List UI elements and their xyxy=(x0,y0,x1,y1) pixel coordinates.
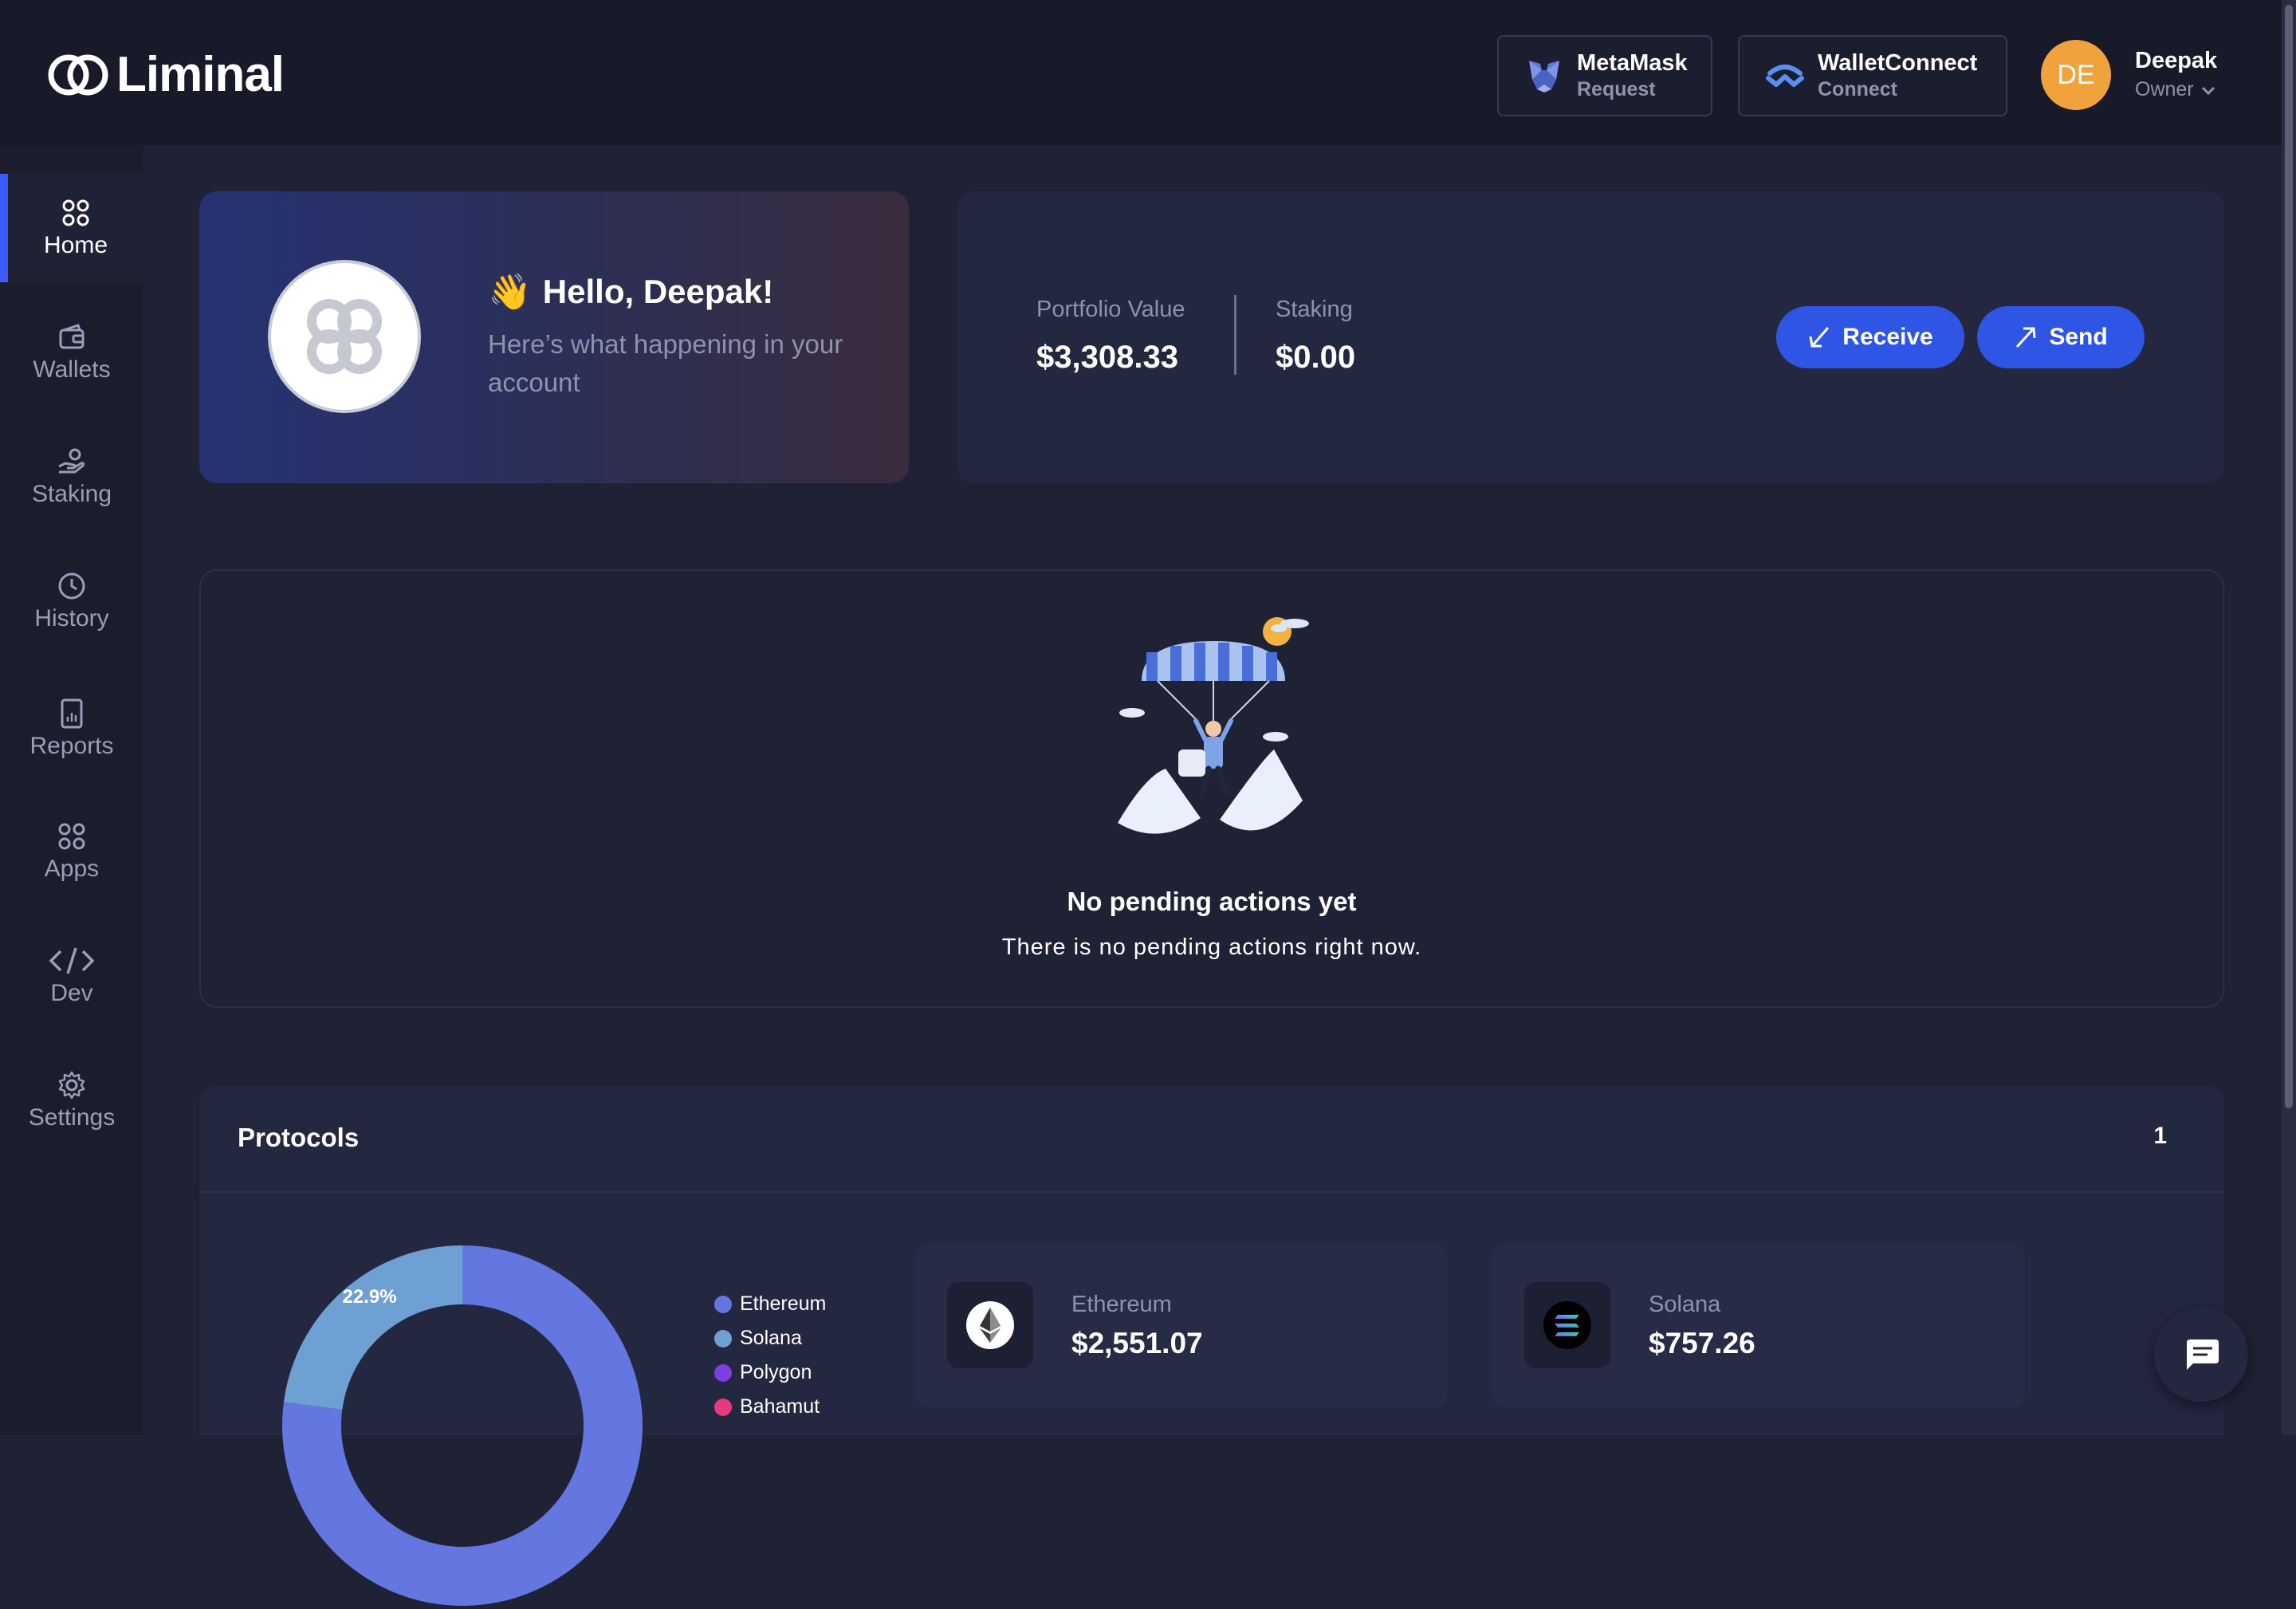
legend-label: Ethereum xyxy=(740,1292,827,1315)
protocol-value: $2,551.07 xyxy=(1071,1327,1203,1359)
pending-actions-card: No pending actions yet There is no pendi… xyxy=(199,569,2224,1008)
sidebar-item-label: Apps xyxy=(44,856,100,882)
sidebar-item-settings[interactable]: Settings xyxy=(0,1046,144,1155)
chat-icon xyxy=(2187,1340,2219,1370)
waving-hand-icon: 👋 xyxy=(488,273,532,312)
user-name[interactable]: Deepak xyxy=(2135,48,2217,74)
chat-button[interactable] xyxy=(2154,1308,2248,1402)
scrollbar-thumb[interactable] xyxy=(2285,5,2293,1108)
solana-icon xyxy=(1543,1301,1591,1349)
greeting-text: Hello, Deepak! xyxy=(542,273,774,310)
legend-label: Bahamut xyxy=(740,1395,820,1418)
sidebar-item-label: Staking xyxy=(31,481,112,507)
metamask-button[interactable]: MetaMask Request xyxy=(1497,35,1712,116)
sidebar-item-label: Dev xyxy=(50,980,93,1006)
portfolio-value-label: Portfolio Value xyxy=(1036,297,1185,322)
staking-value: $0.00 xyxy=(1276,340,1356,375)
legend-label: Solana xyxy=(740,1327,802,1349)
metamask-fox-icon xyxy=(1529,61,1559,92)
sidebar-item-history[interactable]: History xyxy=(0,547,144,655)
sidebar-item-wallets[interactable]: Wallets xyxy=(0,298,144,407)
legend-label: Polygon xyxy=(740,1361,812,1383)
app-logo[interactable]: Liminal xyxy=(46,46,285,103)
protocols-count: 1 xyxy=(2153,1123,2167,1149)
send-button[interactable]: Send xyxy=(1977,306,2145,368)
legend-dot xyxy=(714,1398,732,1416)
legend-dot xyxy=(714,1329,732,1347)
metamask-label: MetaMask xyxy=(1577,50,1688,76)
chevron-down-icon xyxy=(2201,86,2215,95)
walletconnect-icon xyxy=(1766,65,1804,87)
protocols-donut-chart: 22.9% xyxy=(282,1245,643,1606)
apps-grid-icon xyxy=(58,823,85,850)
donut-data-label: 22.9% xyxy=(343,1286,397,1308)
sidebar-item-label: Reports xyxy=(29,733,114,759)
protocol-name: Ethereum xyxy=(1071,1292,1172,1317)
donut-slice-solana[interactable] xyxy=(283,1245,462,1410)
grid-icon xyxy=(62,199,89,226)
organization-logo-icon xyxy=(307,299,382,374)
sidebar-item-reports[interactable]: Reports xyxy=(0,675,144,783)
sidebar-item-dev[interactable]: Dev xyxy=(0,922,144,1030)
portfolio-card: Portfolio Value $3,308.33 Staking $0.00 … xyxy=(957,191,2224,483)
receive-button[interactable]: Receive xyxy=(1776,306,1964,368)
protocol-name: Solana xyxy=(1649,1292,1721,1317)
sidebar-item-label: History xyxy=(34,605,109,631)
walletconnect-sublabel: Connect xyxy=(1818,78,1897,100)
legend-item-polygon[interactable]: Polygon xyxy=(714,1355,826,1390)
protocol-card-ethereum[interactable]: Ethereum $2,551.07 xyxy=(915,1244,1448,1408)
user-avatar[interactable]: DE xyxy=(2041,40,2111,110)
protocol-value: $757.26 xyxy=(1649,1327,1755,1359)
sidebar-item-label: Wallets xyxy=(33,356,111,383)
organization-logo xyxy=(268,260,421,413)
greeting-subtitle: Here’s what happening in your account xyxy=(488,329,843,397)
legend-item-bahamut[interactable]: Bahamut xyxy=(714,1390,826,1424)
app-name: Liminal xyxy=(116,47,285,102)
top-bar: Liminal MetaMask Request WalletConnect C… xyxy=(0,0,2282,145)
protocols-header: Protocols 1 xyxy=(199,1086,2224,1193)
walletconnect-button[interactable]: WalletConnect Connect xyxy=(1738,35,2007,116)
sidebar-item-label: Home xyxy=(43,232,108,258)
legend-item-solana[interactable]: Solana xyxy=(714,1321,826,1355)
walletconnect-label: WalletConnect xyxy=(1818,50,1978,76)
user-role-label: Owner xyxy=(2135,78,2194,100)
pending-subtitle: There is no pending actions right now. xyxy=(1001,934,1422,960)
arrow-down-left-icon xyxy=(1809,327,1830,348)
pending-title: No pending actions yet xyxy=(1067,887,1357,916)
sidebar: Home Wallets Staking History Reports App… xyxy=(0,145,144,1435)
clock-icon xyxy=(58,572,85,600)
protocol-card-solana[interactable]: Solana $757.26 xyxy=(1492,1244,2025,1408)
report-chart-icon xyxy=(61,698,83,729)
stat-divider xyxy=(1234,295,1236,375)
metamask-sublabel: Request xyxy=(1577,78,1656,100)
sidebar-item-apps[interactable]: Apps xyxy=(0,797,144,906)
sidebar-item-staking[interactable]: Staking xyxy=(0,423,144,531)
portfolio-value: $3,308.33 xyxy=(1036,340,1178,375)
ethereum-icon-box xyxy=(947,1282,1033,1368)
send-label: Send xyxy=(2049,324,2108,350)
wallet-icon xyxy=(59,324,85,349)
legend-dot xyxy=(714,1295,732,1313)
protocols-title: Protocols xyxy=(238,1123,360,1152)
chart-legend: Ethereum Solana Polygon Bahamut xyxy=(714,1287,826,1424)
parachute-illustration xyxy=(1118,617,1309,834)
staking-label: Staking xyxy=(1276,297,1353,322)
arrow-up-right-icon xyxy=(2016,327,2036,348)
sidebar-item-label: Settings xyxy=(28,1104,116,1131)
code-icon xyxy=(49,947,95,974)
liminal-logo-icon xyxy=(48,54,108,95)
legend-dot xyxy=(714,1363,732,1382)
ethereum-icon xyxy=(966,1301,1014,1349)
greeting-title: 👋 Hello, Deepak! xyxy=(488,271,773,313)
staking-hand-icon xyxy=(58,448,85,474)
gear-icon xyxy=(58,1071,85,1100)
legend-item-ethereum[interactable]: Ethereum xyxy=(714,1287,826,1321)
sidebar-item-home[interactable]: Home xyxy=(0,174,144,282)
solana-icon-box xyxy=(1524,1282,1610,1368)
greeting-card: 👋 Hello, Deepak! Here’s what happening i… xyxy=(199,191,909,483)
user-role-dropdown[interactable]: Owner xyxy=(2135,78,2216,101)
receive-label: Receive xyxy=(1842,324,1933,350)
